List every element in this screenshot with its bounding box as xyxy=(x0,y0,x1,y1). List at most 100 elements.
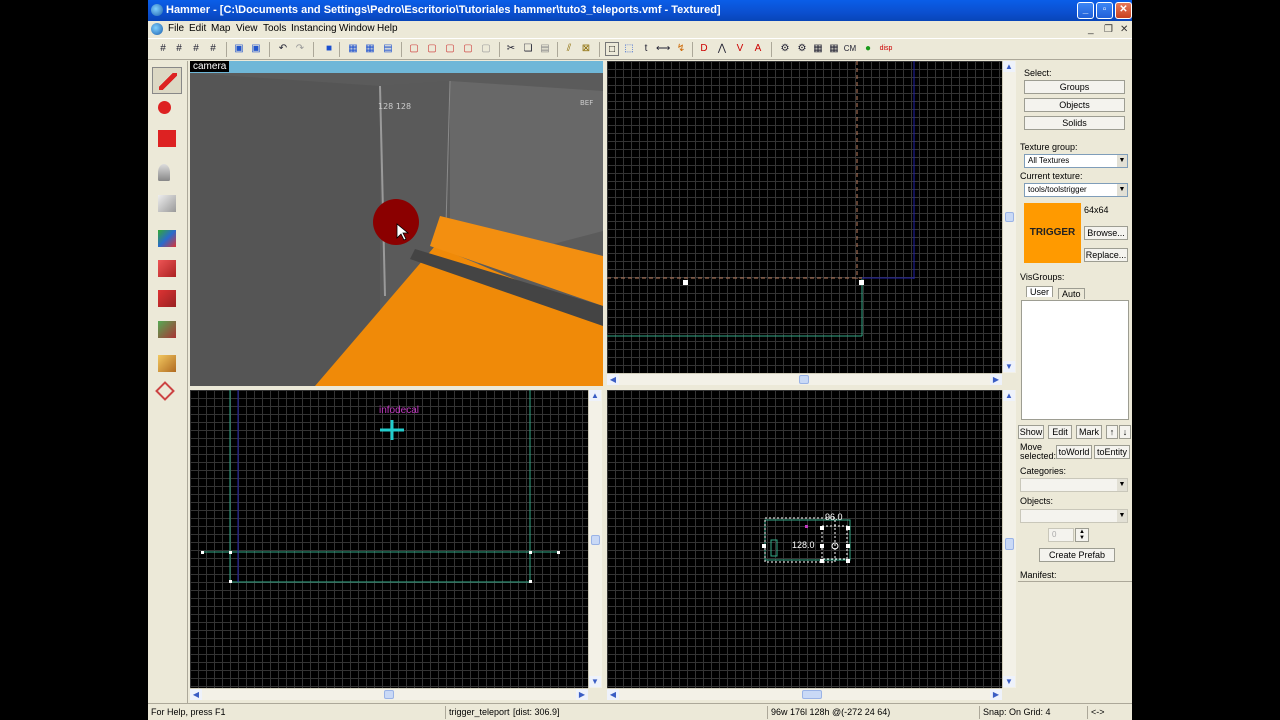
top-view-viewport[interactable] xyxy=(607,61,1002,373)
paint-geometry-icon[interactable]: ● xyxy=(861,42,875,56)
selection-box-icon[interactable]: □ xyxy=(605,42,619,56)
top-view-hscroll[interactable]: ◀ ▶ xyxy=(607,373,1002,385)
scroll-thumb[interactable] xyxy=(384,690,394,699)
tab-auto[interactable]: Auto xyxy=(1058,288,1085,299)
menu-view[interactable]: View xyxy=(236,23,258,34)
scroll-left-arrow-icon[interactable]: ◀ xyxy=(607,374,619,385)
edit-button[interactable]: Edit xyxy=(1048,425,1072,439)
cm-icon[interactable]: CM xyxy=(843,42,857,56)
minimize-button[interactable]: _ xyxy=(1077,2,1094,19)
side-view-vscroll[interactable]: ▲ ▼ xyxy=(1002,390,1016,688)
camera-tool[interactable] xyxy=(152,125,182,152)
unhide-icon[interactable]: ▢ xyxy=(479,42,493,56)
prefab-count-input[interactable]: 0 xyxy=(1048,528,1074,542)
scroll-thumb[interactable] xyxy=(799,375,809,384)
scroll-down-arrow-icon[interactable]: ▼ xyxy=(1003,361,1015,372)
mark-button[interactable]: Mark xyxy=(1076,425,1102,439)
move-up-icon[interactable]: ↑ xyxy=(1106,425,1118,439)
front-view-vscroll[interactable]: ▲ ▼ xyxy=(588,390,602,688)
to-world-icon[interactable]: ▢ xyxy=(425,42,439,56)
to-entity-button[interactable]: toEntity xyxy=(1094,445,1130,459)
hollow-icon[interactable]: ▦ xyxy=(346,42,360,56)
scroll-left-arrow-icon[interactable]: ◀ xyxy=(190,689,202,700)
menu-file[interactable]: File xyxy=(168,23,184,34)
scroll-thumb[interactable] xyxy=(802,690,822,699)
menu-help[interactable]: Help xyxy=(377,23,398,34)
scroll-thumb[interactable] xyxy=(591,535,600,545)
menu-window[interactable]: Window xyxy=(339,23,375,34)
map-props-icon[interactable]: ⋀ xyxy=(715,42,729,56)
grid-larger-icon[interactable]: # xyxy=(189,42,203,56)
3d-grid-icon[interactable]: # xyxy=(206,42,220,56)
apply-current-texture-tool[interactable] xyxy=(152,255,182,282)
move-down-icon[interactable]: ↓ xyxy=(1119,425,1131,439)
run-map-icon[interactable]: D xyxy=(697,42,711,56)
scroll-left-arrow-icon[interactable]: ◀ xyxy=(607,689,619,700)
spinner-arrows-icon[interactable]: ▲ ▼ xyxy=(1075,528,1089,542)
texture-lock-icon[interactable]: ▦ xyxy=(363,42,377,56)
show-button[interactable]: Show xyxy=(1018,425,1044,439)
create-prefab-button[interactable]: Create Prefab xyxy=(1039,548,1115,562)
mdi-restore-icon[interactable]: ❐ xyxy=(1104,24,1113,35)
vertex-tool[interactable] xyxy=(152,379,182,406)
apply-overlays-tool[interactable] xyxy=(152,316,182,343)
overlay-icon[interactable]: A xyxy=(751,42,765,56)
scroll-right-arrow-icon[interactable]: ▶ xyxy=(990,689,1002,700)
scroll-down-arrow-icon[interactable]: ▼ xyxy=(589,676,601,687)
copy-icon[interactable]: ❏ xyxy=(521,42,535,56)
clipping-tool[interactable] xyxy=(152,350,182,377)
maximize-button[interactable]: ▫ xyxy=(1096,2,1113,19)
replace-button[interactable]: Replace... xyxy=(1084,248,1128,262)
grid-smaller-icon[interactable]: # xyxy=(172,42,186,56)
cordon-icon[interactable]: V xyxy=(733,42,747,56)
menu-instancing[interactable]: Instancing xyxy=(291,23,337,34)
texture-application-tool[interactable] xyxy=(152,225,182,252)
front-view-viewport[interactable]: infodecal xyxy=(190,390,588,688)
ungroup-icon[interactable]: ▣ xyxy=(249,42,263,56)
visgroups-list[interactable] xyxy=(1021,300,1129,420)
hide-unselected-icon[interactable]: ▢ xyxy=(461,42,475,56)
scroll-up-arrow-icon[interactable]: ▲ xyxy=(1003,390,1015,401)
menu-tools[interactable]: Tools xyxy=(263,23,286,34)
decal-icon[interactable]: ⟷ xyxy=(656,42,670,56)
scroll-right-arrow-icon[interactable]: ▶ xyxy=(990,374,1002,385)
apply-decals-tool[interactable] xyxy=(152,285,182,312)
close-button[interactable]: ✕ xyxy=(1115,2,1132,19)
grid-props-icon[interactable]: ▦ xyxy=(811,42,825,56)
side-view-hscroll[interactable]: ◀ ▶ xyxy=(607,688,1002,700)
vertex-icon[interactable]: ⊠ xyxy=(579,42,593,56)
entity-tool[interactable] xyxy=(152,159,182,186)
scroll-down-arrow-icon[interactable]: ▼ xyxy=(1003,676,1015,687)
to-world-button[interactable]: toWorld xyxy=(1056,445,1092,459)
categories-select[interactable]: ▼ xyxy=(1020,478,1128,492)
show-3d-icon[interactable]: ⚙ xyxy=(778,42,792,56)
document-icon[interactable] xyxy=(151,23,163,35)
scroll-right-arrow-icon[interactable]: ▶ xyxy=(576,689,588,700)
mdi-close-icon[interactable]: ✕ xyxy=(1120,24,1128,35)
quick-hide-icon[interactable]: ▢ xyxy=(407,42,421,56)
scroll-up-arrow-icon[interactable]: ▲ xyxy=(1003,61,1015,72)
block-tool[interactable] xyxy=(152,190,182,217)
texture-lock-scale-icon[interactable]: ▤ xyxy=(381,42,395,56)
paste-icon[interactable]: ▤ xyxy=(538,42,552,56)
wireframe-icon[interactable]: ▦ xyxy=(827,42,841,56)
objects-select[interactable]: ▼ xyxy=(1020,509,1128,523)
selection-tool[interactable] xyxy=(152,67,182,94)
scroll-thumb[interactable] xyxy=(1005,212,1014,222)
current-texture-select[interactable]: tools/toolstrigger ▼ xyxy=(1024,183,1128,197)
groups-button[interactable]: Groups xyxy=(1024,80,1125,94)
undo-icon[interactable]: ↶ xyxy=(276,42,290,56)
top-view-vscroll[interactable]: ▲ ▼ xyxy=(1002,61,1016,373)
cut-icon[interactable]: ✂ xyxy=(504,42,518,56)
magnify-tool[interactable] xyxy=(152,96,182,123)
tab-user[interactable]: User xyxy=(1026,286,1054,297)
solids-button[interactable]: Solids xyxy=(1024,116,1125,130)
check-problems-icon[interactable]: ↯ xyxy=(674,42,688,56)
texture-select-icon[interactable]: ⬚ xyxy=(622,42,636,56)
browse-button[interactable]: Browse... xyxy=(1084,226,1128,240)
texture-preview[interactable]: TRIGGER xyxy=(1024,203,1081,263)
carve-icon[interactable]: ■ xyxy=(322,42,336,56)
entity-report-icon[interactable]: t xyxy=(639,42,653,56)
settings-icon[interactable]: ⚙ xyxy=(795,42,809,56)
menu-edit[interactable]: Edit xyxy=(189,23,206,34)
